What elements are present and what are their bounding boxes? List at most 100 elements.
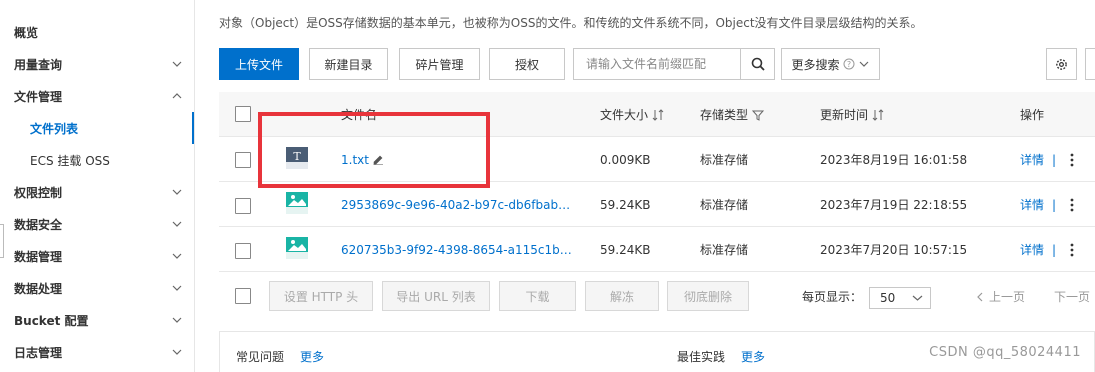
sidebar-item-data-processing[interactable]: 数据处理 — [0, 272, 194, 304]
chevron-down-icon — [172, 347, 182, 357]
page-size-select[interactable]: 50 — [869, 287, 931, 309]
sidebar-item-label: 文件列表 — [30, 121, 79, 136]
file-name-link[interactable]: 1.txt — [341, 153, 369, 167]
watermark: CSDN @qq_58024411 — [929, 345, 1081, 360]
sort-icon — [872, 108, 884, 121]
actions-cell: 详情 | — [1020, 182, 1074, 227]
fragment-management-button[interactable]: 碎片管理 — [399, 48, 480, 80]
bulk-select-checkbox[interactable] — [235, 288, 251, 304]
updated-time-cell: 2023年7月19日 22:18:55 — [820, 198, 968, 212]
search-input[interactable] — [574, 49, 740, 79]
new-directory-button[interactable]: 新建目录 — [309, 48, 388, 80]
action-separator: | — [1052, 152, 1057, 167]
more-search-label: 更多搜索 — [791, 57, 840, 72]
actions-cell: 详情 | — [1020, 227, 1074, 272]
chevron-left-icon — [977, 292, 983, 301]
toolbar-overflow-button[interactable] — [1085, 48, 1095, 80]
storage-type-cell: 标准存储 — [700, 153, 749, 167]
image-file-icon — [286, 192, 308, 214]
unfreeze-button[interactable]: 解冻 — [585, 281, 659, 311]
sidebar-item-file-list[interactable]: 文件列表 — [0, 112, 194, 144]
bulk-action-bar: 设置 HTTP 头 导出 URL 列表 下载 解冻 彻底删除 每页显示： 50 … — [219, 273, 1095, 321]
edit-icon[interactable] — [373, 154, 384, 165]
column-header-label: 更新时间 — [820, 108, 869, 122]
sidebar-item-usage[interactable]: 用量查询 — [0, 48, 194, 80]
column-header-name[interactable]: 文件名 — [341, 92, 377, 137]
table-header: 文件名 文件大小 存储类型 更新时间 操作 — [219, 92, 1095, 137]
download-button[interactable]: 下载 — [499, 281, 576, 311]
more-actions-icon[interactable] — [1070, 153, 1074, 167]
detail-link[interactable]: 详情 — [1020, 151, 1044, 168]
sidebar-item-label: ECS 挂载 OSS — [30, 153, 110, 168]
action-separator: | — [1052, 242, 1057, 257]
file-name-link[interactable]: 620735b3-9f92-4398-8654-a115c1b… — [341, 243, 572, 257]
sidebar-item-log-management[interactable]: 日志管理 — [0, 336, 194, 368]
row-checkbox[interactable] — [235, 198, 251, 214]
more-actions-icon[interactable] — [1070, 243, 1074, 257]
chevron-down-icon — [172, 59, 182, 69]
page-size-label: 每页显示： — [802, 290, 863, 304]
storage-type-cell: 标准存储 — [700, 243, 749, 257]
column-header-storage[interactable]: 存储类型 — [700, 92, 765, 137]
sidebar-item-label: 权限控制 — [14, 185, 63, 200]
chevron-down-icon — [912, 295, 923, 301]
search-button[interactable] — [740, 49, 774, 79]
sidebar-item-data-management[interactable]: 数据管理 — [0, 240, 194, 272]
sidebar-item-data-security[interactable]: 数据安全 — [0, 208, 194, 240]
gear-icon — [1056, 58, 1067, 70]
page-size-value: 50 — [880, 291, 896, 305]
sidebar-item-label: 数据处理 — [14, 281, 63, 296]
detail-link[interactable]: 详情 — [1020, 241, 1044, 258]
next-page-label: 下一页 — [1054, 290, 1091, 304]
sidebar-item-label: 用量查询 — [14, 57, 63, 72]
sidebar-item-ecs-mount[interactable]: ECS 挂载 OSS — [0, 144, 194, 176]
search-icon — [751, 57, 765, 71]
svg-text:T: T — [293, 150, 301, 163]
image-file-icon — [286, 237, 308, 259]
file-name-link[interactable]: 2953869c-9e96-40a2-b97c-db6fbab… — [341, 198, 570, 212]
best-practice-more-link[interactable]: 更多 — [741, 348, 765, 365]
svg-text:?: ? — [846, 60, 850, 69]
select-all-checkbox[interactable] — [235, 106, 251, 122]
column-header-label: 操作 — [1020, 108, 1045, 122]
settings-button[interactable] — [1046, 48, 1077, 80]
upload-file-button[interactable]: 上传文件 — [219, 48, 299, 80]
column-header-actions: 操作 — [1020, 92, 1044, 137]
authorize-button[interactable]: 授权 — [489, 48, 565, 80]
sidebar-item-label: 文件管理 — [14, 89, 63, 104]
sidebar-item-bucket-config[interactable]: Bucket 配置 — [0, 304, 194, 336]
actions-cell: 详情 | — [1020, 137, 1074, 182]
next-page-button[interactable]: 下一页 — [1054, 288, 1090, 305]
detail-link[interactable]: 详情 — [1020, 196, 1044, 213]
sidebar-item-file-management[interactable]: 文件管理 — [0, 80, 194, 112]
file-size-cell: 59.24KB — [600, 242, 651, 257]
sidebar-item-label: Bucket 配置 — [14, 313, 89, 328]
sidebar-collapse-handle[interactable] — [0, 224, 4, 258]
chevron-down-icon — [172, 283, 182, 293]
chevron-down-icon — [172, 187, 182, 197]
filter-icon — [752, 110, 765, 121]
export-url-list-button[interactable]: 导出 URL 列表 — [382, 281, 490, 311]
text-file-icon: T — [286, 147, 308, 169]
permanent-delete-button[interactable]: 彻底删除 — [667, 281, 749, 311]
more-actions-icon[interactable] — [1070, 198, 1074, 212]
prev-page-button[interactable]: 上一页 — [976, 288, 1025, 305]
column-header-label: 存储类型 — [700, 108, 749, 122]
file-name-cell: 1.txt — [341, 137, 384, 182]
faq-more-link[interactable]: 更多 — [300, 348, 324, 365]
set-http-header-button[interactable]: 设置 HTTP 头 — [269, 281, 373, 311]
row-checkbox[interactable] — [235, 243, 251, 259]
more-search-button[interactable]: 更多搜索 ? — [781, 48, 880, 80]
sidebar-item-overview[interactable]: 概览 — [0, 16, 194, 48]
column-header-size[interactable]: 文件大小 — [600, 92, 664, 137]
sidebar-item-label: 日志管理 — [14, 345, 63, 360]
sidebar: 概览 用量查询 文件管理 文件列表 ECS 挂载 OSS 权限控制 数据安全 数… — [0, 0, 195, 372]
column-header-label: 文件大小 — [600, 108, 649, 122]
main-content: 对象（Object）是OSS存储数据的基本单元，也被称为OSS的文件。和传统的文… — [196, 0, 1095, 372]
row-checkbox[interactable] — [235, 152, 251, 168]
help-icon: ? — [843, 58, 854, 70]
sidebar-item-permissions[interactable]: 权限控制 — [0, 176, 194, 208]
column-header-updated[interactable]: 更新时间 — [820, 92, 884, 137]
prev-page-label: 上一页 — [989, 290, 1026, 304]
best-practice-title: 最佳实践 — [677, 350, 726, 364]
